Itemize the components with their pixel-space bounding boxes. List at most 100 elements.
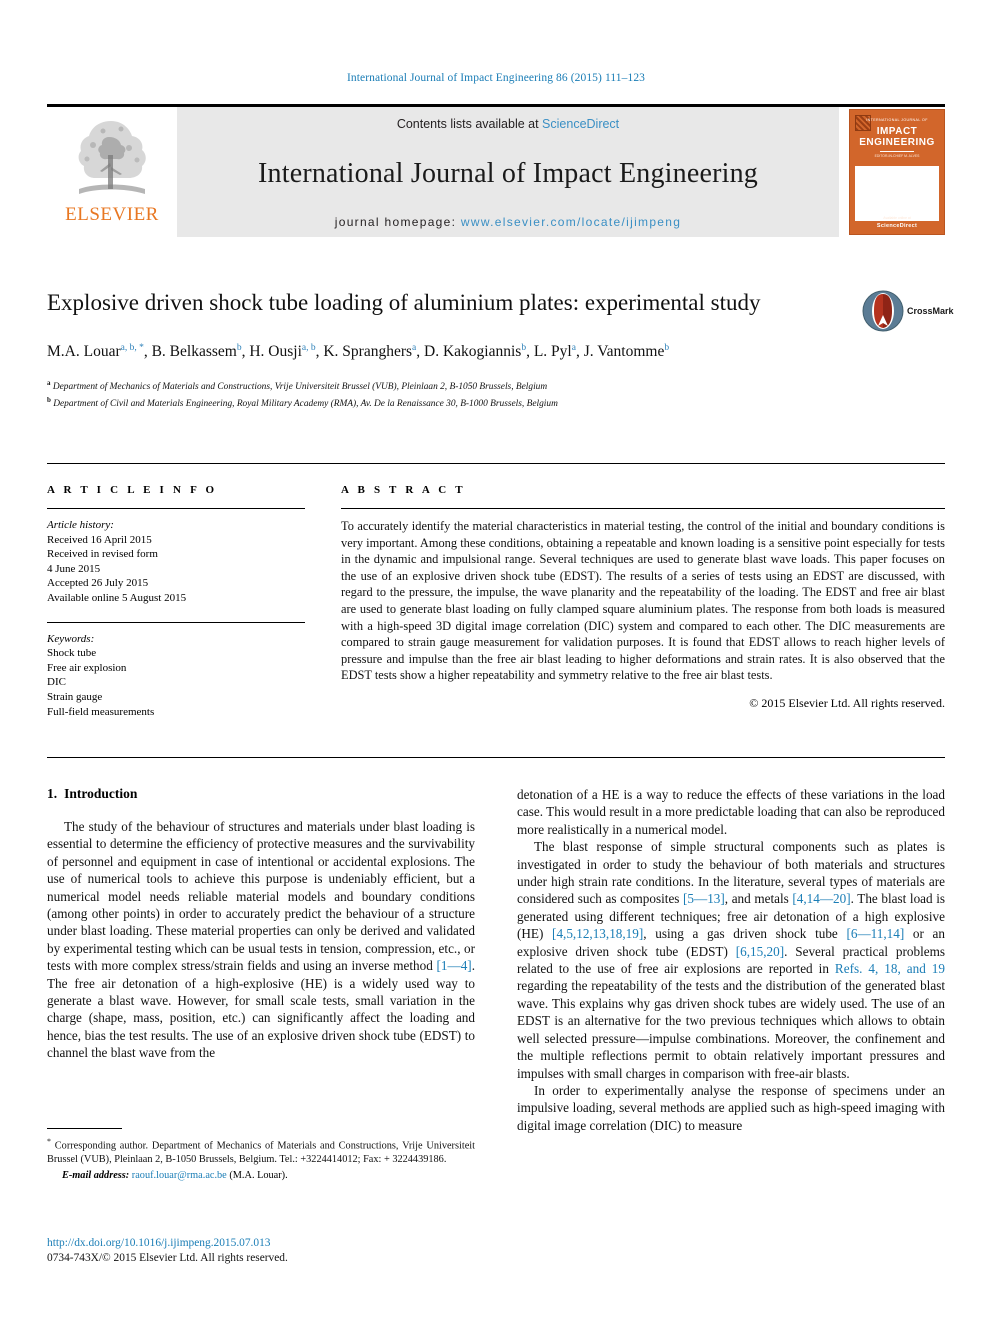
citation-link[interactable]: [6—11,14] (846, 926, 904, 941)
footnote-block: * Corresponding author. Department of Me… (47, 1128, 475, 1182)
corresponding-author-note: * Corresponding author. Department of Me… (47, 1135, 475, 1166)
history-item: Received in revised form (47, 548, 158, 561)
title-block: Explosive driven shock tube loading of a… (47, 288, 847, 411)
author-name: J. Vantomme (583, 343, 665, 361)
page-title: Explosive driven shock tube loading of a… (47, 290, 761, 315)
journal-band: Contents lists available at ScienceDirec… (177, 107, 839, 237)
crossmark-icon (862, 290, 904, 332)
paragraph: The study of the behaviour of structures… (47, 819, 475, 1061)
cover-title-line2: ENGINEERING (859, 137, 935, 148)
affiliation-text: Department of Mechanics of Materials and… (52, 382, 548, 393)
author-name: L. Pyl (533, 343, 572, 361)
cover-subtitle: EDITOR-IN-CHIEF M. ALVES (874, 154, 920, 158)
cover-title-line1: IMPACT (876, 126, 918, 137)
citation-link[interactable]: [4,5,12,13,18,19] (552, 926, 643, 941)
author-affiliation-marks: a (412, 343, 417, 353)
citation-link[interactable]: [5—13] (683, 891, 725, 906)
doi-link[interactable]: http://dx.doi.org/10.1016/j.ijimpeng.201… (47, 1236, 475, 1251)
paper-page: International Journal of Impact Engineer… (0, 0, 992, 1323)
affiliation-item: b Department of Civil and Materials Engi… (47, 394, 847, 411)
history-item: Received 16 April 2015 (47, 533, 152, 546)
elsevier-tree-icon (47, 111, 177, 203)
abstract-text: To accurately identify the material char… (341, 519, 945, 683)
author-name: B. Belkassem (151, 343, 237, 361)
journal-homepage-link[interactable]: www.elsevier.com/locate/ijimpeng (461, 215, 681, 229)
footnote-text: Corresponding author. Department of Mech… (47, 1140, 475, 1165)
elsevier-logo: ELSEVIER (47, 107, 177, 237)
author-entry: M.A. Louara, b, * (47, 343, 144, 360)
cover-publisher-line: INTERNATIONAL JOURNAL OF (866, 118, 928, 122)
author-name: M.A. Louar (47, 343, 121, 361)
article-history-list: Received 16 April 2015 Received in revis… (47, 533, 305, 606)
citation-link[interactable]: [4,14—20] (792, 891, 850, 906)
body-column-right: detonation of a HE is a way to reduce th… (517, 786, 945, 1134)
section-number: 1. (47, 786, 58, 801)
affiliation-list: a Department of Mechanics of Materials a… (47, 377, 847, 411)
paragraph: The blast response of simple structural … (517, 839, 946, 1081)
author-entry: J. Vantommeb (584, 343, 669, 360)
section-title: Introduction (64, 786, 138, 801)
keywords-label: Keywords: (47, 632, 95, 645)
author-entry: B. Belkassemb (152, 343, 242, 360)
affiliation-item: a Department of Mechanics of Materials a… (47, 377, 847, 394)
cover-image-area (855, 166, 939, 221)
keyword-item: Shock tube (47, 647, 97, 660)
article-info-column: A R T I C L E I N F O Article history: R… (47, 484, 305, 719)
affiliation-mark: b (47, 396, 51, 405)
author-affiliation-marks: a (571, 343, 576, 353)
history-item: Accepted 26 July 2015 (47, 577, 149, 590)
email-owner: (M.A. Louar). (229, 1169, 288, 1181)
author-affiliation-marks: a, b, * (120, 343, 144, 353)
affiliation-text: Department of Civil and Materials Engine… (53, 399, 558, 410)
abstract-divider (341, 508, 945, 509)
elsevier-wordmark: ELSEVIER (65, 204, 159, 225)
body-column-left: 1. Introduction The study of the behaviou… (47, 786, 475, 1062)
author-entry: K. Spranghersa (323, 343, 416, 360)
history-item: Available online 5 August 2015 (47, 591, 187, 604)
email-label: E-mail address: (62, 1169, 130, 1181)
contents-lists-line: Contents lists available at ScienceDirec… (177, 117, 839, 131)
homepage-prefix: journal homepage: (334, 215, 461, 229)
author-affiliation-marks: b (664, 343, 670, 353)
citation-link[interactable]: Refs. 4, 18, and 19 (835, 961, 945, 976)
divider-above-abstract (47, 463, 945, 464)
cover-divider (880, 151, 914, 152)
journal-cover-thumbnail: INTERNATIONAL JOURNAL OF IMPACT ENGINEER… (849, 109, 945, 235)
issn-copyright-line: 0734-743X/© 2015 Elsevier Ltd. All right… (47, 1252, 288, 1264)
affiliation-mark: a (47, 379, 51, 388)
author-affiliation-marks: a, b (301, 343, 316, 353)
cover-footer-small: Available online at (883, 216, 911, 220)
cover-title: IMPACT ENGINEERING (850, 126, 944, 148)
citation-link[interactable]: [6,15,20] (736, 944, 784, 959)
article-history-label: Article history: (47, 519, 114, 531)
author-list: M.A. Louara, b, *, B. Belkassemb, H. Ous… (47, 343, 670, 361)
paragraph: detonation of a HE is a way to reduce th… (517, 787, 945, 837)
email-link[interactable]: raouf.louar@rma.ac.be (132, 1170, 227, 1181)
keyword-item: Full-field measurements (47, 705, 155, 718)
sciencedirect-link[interactable]: ScienceDirect (542, 117, 619, 131)
journal-masthead: ELSEVIER Contents lists available at Sci… (47, 104, 945, 237)
abstract-column: A B S T R A C T To accurately identify t… (341, 484, 945, 711)
abstract-copyright: © 2015 Elsevier Ltd. All rights reserved… (749, 695, 945, 710)
author-name: K. Spranghers (323, 343, 413, 361)
keywords-list: Shock tube Free air explosion DIC Strain… (47, 646, 305, 719)
crossmark-label: CrossMark (907, 306, 954, 316)
author-name: D. Kakogiannis (424, 343, 522, 361)
divider-below-abstract (47, 757, 945, 758)
author-entry: H. Ousjia, b (249, 343, 315, 360)
history-item: 4 June 2015 (47, 562, 101, 575)
cover-footer-brand: ScienceDirect (876, 223, 918, 229)
author-entry: L. Pyla (534, 343, 576, 360)
running-head: International Journal of Impact Engineer… (346, 72, 646, 84)
doi-block: http://dx.doi.org/10.1016/j.ijimpeng.201… (47, 1236, 475, 1266)
journal-homepage-line: journal homepage: www.elsevier.com/locat… (177, 215, 839, 229)
keywords-divider (47, 621, 305, 623)
footnote-marker: * (47, 1137, 51, 1146)
crossmark-badge[interactable]: CrossMark (862, 288, 962, 334)
footnote-divider (47, 1128, 122, 1129)
email-note: E-mail address: raouf.louar@rma.ac.be (M… (47, 1169, 475, 1182)
keyword-item: Free air explosion (47, 661, 127, 674)
citation-link[interactable]: [1—4] (437, 958, 472, 973)
article-info-heading: A R T I C L E I N F O (47, 484, 218, 496)
